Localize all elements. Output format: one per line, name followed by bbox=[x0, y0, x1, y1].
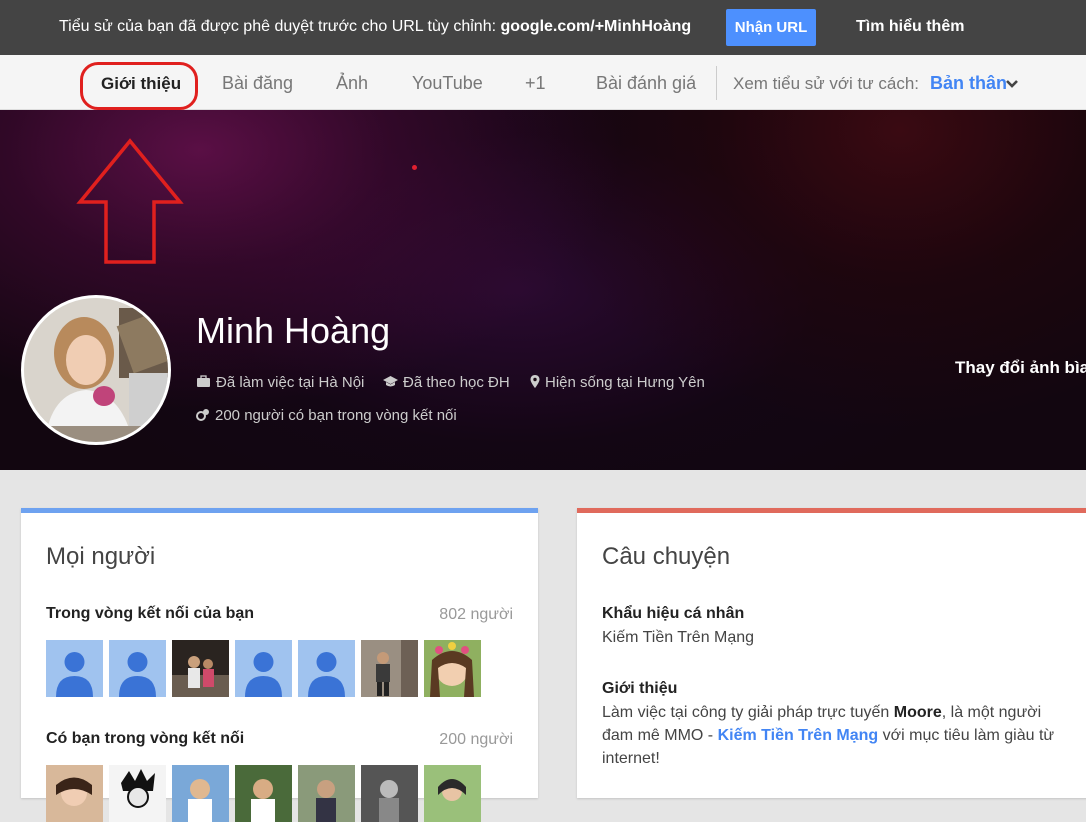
location-text: Hiện sống tại Hưng Yên bbox=[545, 374, 705, 391]
tab-divider bbox=[716, 66, 717, 100]
intro-label: Giới thiệu bbox=[602, 680, 678, 697]
education-info: Đã theo học ĐH bbox=[383, 374, 510, 391]
avatar-photo bbox=[424, 640, 481, 697]
avatar[interactable] bbox=[298, 765, 355, 822]
avatar[interactable] bbox=[361, 640, 418, 697]
location-pin-icon bbox=[530, 375, 540, 388]
location-info: Hiện sống tại Hưng Yên bbox=[530, 374, 705, 391]
avatar-photo bbox=[109, 765, 166, 822]
default-avatar-icon bbox=[56, 652, 93, 697]
annotation-up-arrow-icon bbox=[76, 138, 184, 264]
url-notification-text: Tiểu sử của bạn đã được phê duyệt trước … bbox=[59, 18, 501, 35]
avatar-photo bbox=[424, 765, 481, 822]
avatar[interactable] bbox=[46, 765, 103, 822]
avatar-photo bbox=[298, 765, 355, 822]
people-card-title: Mọi người bbox=[46, 543, 156, 570]
avatar[interactable] bbox=[424, 765, 481, 822]
intro-link[interactable]: Kiếm Tiền Trên Mạng bbox=[718, 727, 879, 744]
avatar[interactable] bbox=[424, 640, 481, 697]
story-card-title: Câu chuyện bbox=[602, 543, 731, 570]
url-notification-message: Tiểu sử của bạn đã được phê duyệt trước … bbox=[59, 18, 691, 36]
avatar-photo bbox=[172, 640, 229, 697]
in-circles-avatars bbox=[46, 640, 481, 697]
default-avatar-icon bbox=[245, 652, 282, 697]
circles-icon bbox=[196, 409, 209, 421]
chevron-down-icon[interactable] bbox=[1005, 77, 1019, 91]
in-circles-count[interactable]: 802 người bbox=[439, 606, 513, 624]
get-url-button[interactable]: Nhận URL bbox=[726, 9, 816, 46]
avatar[interactable] bbox=[109, 765, 166, 822]
change-cover-button[interactable]: Thay đổi ảnh bìa bbox=[955, 358, 1086, 378]
avatar-photo bbox=[46, 765, 103, 822]
profile-name: Minh Hoàng bbox=[196, 310, 391, 351]
briefcase-icon bbox=[197, 375, 210, 387]
tab-posts[interactable]: Bài đăng bbox=[222, 73, 293, 94]
intro-text: Làm việc tại công ty giải pháp trực tuyế… bbox=[602, 701, 1072, 770]
view-as-dropdown[interactable]: Bản thân bbox=[930, 73, 1007, 94]
avatar-photo bbox=[172, 765, 229, 822]
circles-info: 200 người có bạn trong vòng kết nối bbox=[196, 407, 457, 424]
tab-plus-one[interactable]: +1 bbox=[525, 73, 546, 94]
avatar[interactable] bbox=[172, 765, 229, 822]
avatar-photo bbox=[235, 765, 292, 822]
have-you-avatars bbox=[46, 765, 481, 822]
education-text: Đã theo học ĐH bbox=[403, 374, 510, 391]
avatar[interactable] bbox=[235, 640, 292, 697]
default-avatar-icon bbox=[308, 652, 345, 697]
default-avatar-icon bbox=[119, 652, 156, 697]
learn-more-link[interactable]: Tìm hiểu thêm bbox=[856, 18, 964, 36]
tagline-value: Kiếm Tiền Trên Mạng bbox=[602, 629, 755, 646]
avatar[interactable] bbox=[235, 765, 292, 822]
profile-photo bbox=[24, 298, 168, 442]
people-card: Mọi người Trong vòng kết nối của bạn 802… bbox=[21, 508, 538, 822]
avatar-photo bbox=[361, 765, 418, 822]
tab-photos[interactable]: Ảnh bbox=[336, 73, 368, 94]
tab-youtube[interactable]: YouTube bbox=[412, 73, 483, 94]
work-info: Đã làm việc tại Hà Nội bbox=[196, 374, 364, 391]
view-as-label: Xem tiểu sử với tư cách: bbox=[733, 74, 920, 93]
circles-text: 200 người có bạn trong vòng kết nối bbox=[215, 407, 457, 424]
have-you-count[interactable]: 200 người bbox=[439, 731, 513, 749]
tab-reviews[interactable]: Bài đánh giá bbox=[596, 73, 696, 94]
avatar[interactable] bbox=[46, 640, 103, 697]
profile-avatar[interactable] bbox=[21, 295, 171, 445]
avatar[interactable] bbox=[172, 640, 229, 697]
intro-company: Moore bbox=[893, 704, 942, 721]
custom-url: google.com/+MinhHoàng bbox=[500, 18, 692, 35]
have-you-label: Có bạn trong vòng kết nối bbox=[46, 730, 245, 747]
annotation-highlight-oval bbox=[80, 62, 198, 110]
work-text: Đã làm việc tại Hà Nội bbox=[216, 374, 365, 391]
avatar-photo bbox=[361, 640, 418, 697]
avatar[interactable] bbox=[298, 640, 355, 697]
url-notification-bar: Tiểu sử của bạn đã được phê duyệt trước … bbox=[0, 0, 1086, 55]
in-circles-label: Trong vòng kết nối của bạn bbox=[46, 605, 255, 622]
avatar[interactable] bbox=[361, 765, 418, 822]
intro-part: Làm việc tại công ty giải pháp trực tuyế… bbox=[602, 704, 894, 721]
story-card: Câu chuyện Khẩu hiệu cá nhân Kiếm Tiền T… bbox=[577, 508, 1086, 798]
tagline-label: Khẩu hiệu cá nhân bbox=[602, 605, 745, 622]
avatar[interactable] bbox=[109, 640, 166, 697]
cover-decoration bbox=[412, 165, 417, 170]
graduation-cap-icon bbox=[383, 376, 398, 387]
